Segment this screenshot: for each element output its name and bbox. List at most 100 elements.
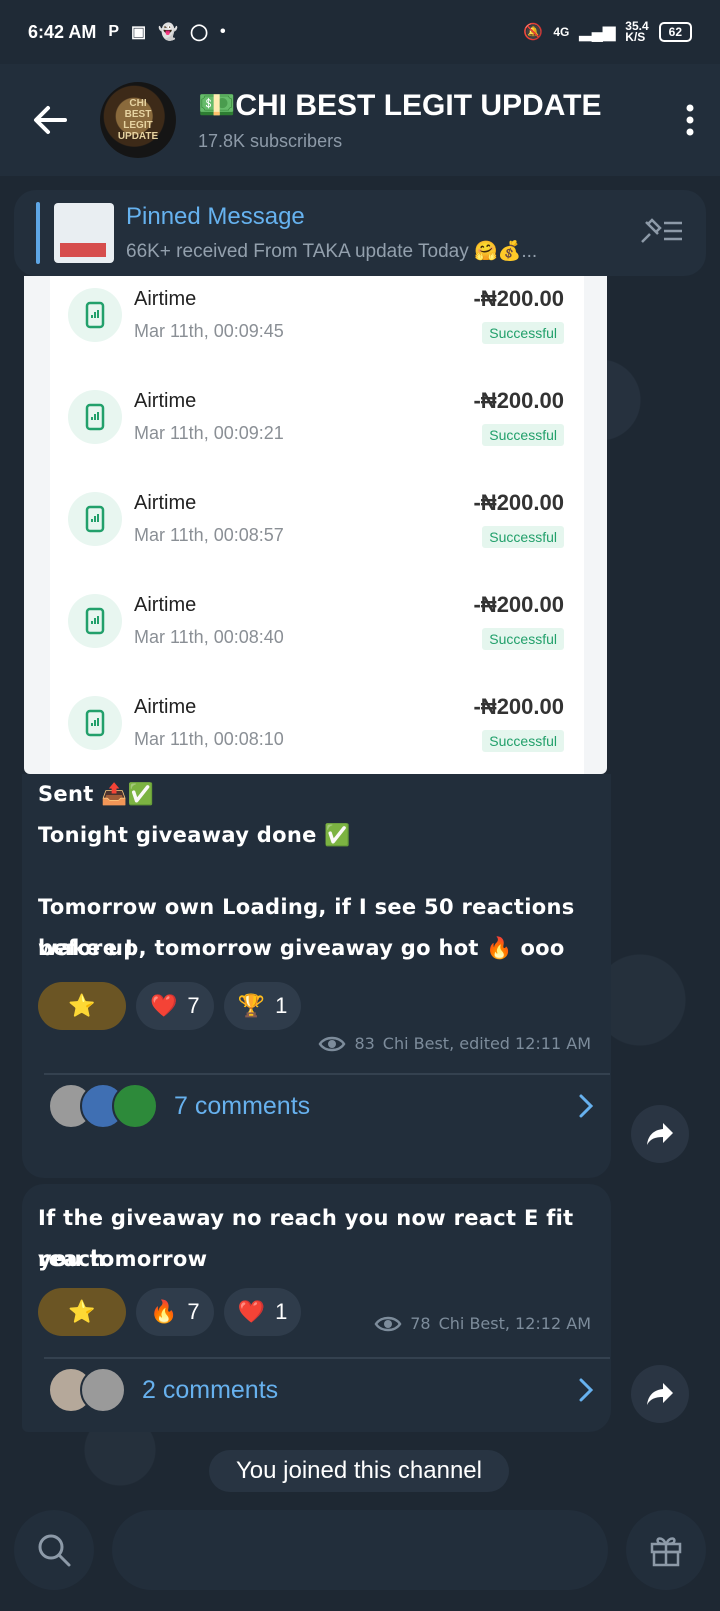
gift-icon <box>650 1537 682 1567</box>
transaction-date: Mar 11th, 00:08:40 <box>134 627 284 647</box>
transaction-name: Airtime <box>134 492 197 514</box>
forward-arrow-icon <box>647 1383 673 1405</box>
view-count: 78 <box>410 1314 431 1333</box>
whatsapp-icon: ◯ <box>190 24 208 41</box>
pin-indicator <box>36 202 40 264</box>
pinned-title: Pinned Message <box>126 203 305 230</box>
kebab-menu-icon <box>686 104 694 136</box>
comments-count: 7 comments <box>174 1091 311 1120</box>
transaction-status: Successful <box>482 526 564 548</box>
transaction-amount: -₦200.00 <box>473 286 564 311</box>
reaction-count: 1 <box>275 993 288 1018</box>
post-author-time: Chi Best, 12:12 AM <box>438 1314 591 1333</box>
comments-link[interactable]: 2 comments <box>48 1358 608 1422</box>
status-bar: 6:42 AM P ▣ 👻 ◯ • 🔕 4G ▂▄▆ 35.4 K/S 62 <box>0 0 720 64</box>
screenshot-icon: ▣ <box>131 24 147 41</box>
channel-avatar[interactable]: CHI BEST LEGIT UPDATE <box>100 82 176 158</box>
search-button[interactable] <box>14 1510 94 1590</box>
chevron-right-icon <box>579 1378 594 1402</box>
message-input-area[interactable] <box>112 1510 608 1590</box>
reaction-bar: ⭐ 🔥 7 ❤️ 1 <box>38 1288 302 1336</box>
transaction-row: Airtime Mar 11th, 00:09:21 -₦200.00 Succ… <box>50 378 584 482</box>
heart-reaction-emoji: ❤️ <box>150 993 178 1018</box>
snapchat-icon: 👻 <box>158 24 179 41</box>
search-icon <box>38 1534 71 1567</box>
transaction-amount: -₦200.00 <box>473 694 564 719</box>
back-button[interactable] <box>0 64 100 176</box>
share-button[interactable] <box>631 1105 689 1163</box>
pin-list-icon <box>641 217 682 243</box>
heart-reaction-emoji: ❤️ <box>237 1299 266 1324</box>
transaction-status: Successful <box>482 322 564 344</box>
more-options-button[interactable] <box>660 64 720 176</box>
transaction-list: Airtime Mar 11th, 00:09:45 -₦200.00 Succ… <box>50 276 584 774</box>
back-arrow-icon <box>34 106 67 134</box>
net-speed: 35.4 K/S <box>625 20 648 44</box>
post-meta: 83 Chi Best, edited 12:11 AM <box>318 1034 591 1053</box>
forward-arrow-icon <box>647 1123 673 1145</box>
network-type: 4G <box>553 25 570 39</box>
pinned-preview: 66K+ received From TAKA update Today 🤗💰.… <box>126 241 538 262</box>
airtime-phone-icon <box>68 594 122 648</box>
view-count: 83 <box>354 1034 375 1053</box>
reaction-star[interactable]: ⭐ <box>38 982 126 1030</box>
channel-info[interactable]: 💵CHI BEST LEGIT UPDATE 17.8K subscribers <box>198 88 638 152</box>
dot-icon: • <box>219 23 226 40</box>
transaction-name: Airtime <box>134 696 197 718</box>
reaction-fire[interactable]: 🔥 7 <box>136 1288 214 1336</box>
star-reaction-emoji: ⭐ <box>68 1299 96 1324</box>
share-button[interactable] <box>631 1365 689 1423</box>
battery-level: 62 <box>658 22 692 42</box>
transaction-name: Airtime <box>134 390 197 412</box>
reaction-star[interactable]: ⭐ <box>38 1288 126 1336</box>
post-line: Tonight giveaway done ✅ <box>38 823 351 847</box>
mute-icon: 🔕 <box>523 24 544 41</box>
star-reaction-emoji: ⭐ <box>68 993 96 1018</box>
bottom-bar <box>0 1510 720 1611</box>
post-author-time: Chi Best, edited 12:11 AM <box>382 1034 591 1053</box>
transaction-date: Mar 11th, 00:09:21 <box>134 423 284 443</box>
channel-title: 💵CHI BEST LEGIT UPDATE <box>198 89 602 122</box>
airtime-phone-icon <box>68 492 122 546</box>
transaction-date: Mar 11th, 00:09:45 <box>134 321 284 341</box>
gift-button[interactable] <box>626 1510 706 1590</box>
channel-post[interactable]: Sent 📤✅ Tonight giveaway done ✅ Tomorrow… <box>22 774 611 1178</box>
transaction-row: Airtime Mar 11th, 00:08:10 -₦200.00 Succ… <box>50 684 584 788</box>
transaction-status: Successful <box>482 628 564 650</box>
comments-link[interactable]: 7 comments <box>48 1074 608 1138</box>
reaction-count: 7 <box>187 1299 200 1324</box>
channel-header: CHI BEST LEGIT UPDATE 💵CHI BEST LEGIT UP… <box>0 64 720 176</box>
pinned-message-bar[interactable]: Pinned Message 66K+ received From TAKA u… <box>14 190 706 276</box>
reaction-heart[interactable]: ❤️ 7 <box>136 982 214 1030</box>
post-line: wake up, tomorrow giveaway go hot 🔥 ooo <box>38 936 565 960</box>
transaction-amount: -₦200.00 <box>473 592 564 617</box>
reaction-count: 1 <box>275 1299 288 1324</box>
status-time: 6:42 AM <box>28 21 97 42</box>
subscriber-count: 17.8K subscribers <box>198 131 343 151</box>
airtime-phone-icon <box>68 390 122 444</box>
trophy-reaction-emoji: 🏆 <box>237 993 266 1018</box>
channel-post[interactable]: If the giveaway no reach you now react E… <box>22 1184 611 1432</box>
views-eye-icon <box>318 1036 346 1051</box>
fire-reaction-emoji: 🔥 <box>150 1299 178 1324</box>
transaction-status: Successful <box>482 424 564 446</box>
avatar <box>80 1367 126 1413</box>
transaction-screenshot[interactable]: Airtime Mar 11th, 00:09:45 -₦200.00 Succ… <box>24 276 607 774</box>
avatar <box>112 1083 158 1129</box>
signal-icon: ▂▄▆ <box>579 24 616 41</box>
airtime-phone-icon <box>68 696 122 750</box>
reaction-trophy[interactable]: 🏆 1 <box>223 982 302 1030</box>
pinned-list-button[interactable] <box>638 216 684 251</box>
net-speed-unit: K/S <box>625 30 646 44</box>
chevron-right-icon <box>579 1094 594 1118</box>
service-message: You joined this channel <box>209 1450 509 1492</box>
reaction-heart[interactable]: ❤️ 1 <box>223 1288 302 1336</box>
views-eye-icon <box>374 1316 402 1331</box>
transaction-row: Airtime Mar 11th, 00:08:57 -₦200.00 Succ… <box>50 480 584 584</box>
transaction-row: Airtime Mar 11th, 00:09:45 -₦200.00 Succ… <box>50 276 584 380</box>
transaction-name: Airtime <box>134 594 197 616</box>
transaction-row: Airtime Mar 11th, 00:08:40 -₦200.00 Succ… <box>50 582 584 686</box>
transaction-status: Successful <box>482 730 564 752</box>
transaction-date: Mar 11th, 00:08:57 <box>134 525 284 545</box>
transaction-date: Mar 11th, 00:08:10 <box>134 729 284 749</box>
